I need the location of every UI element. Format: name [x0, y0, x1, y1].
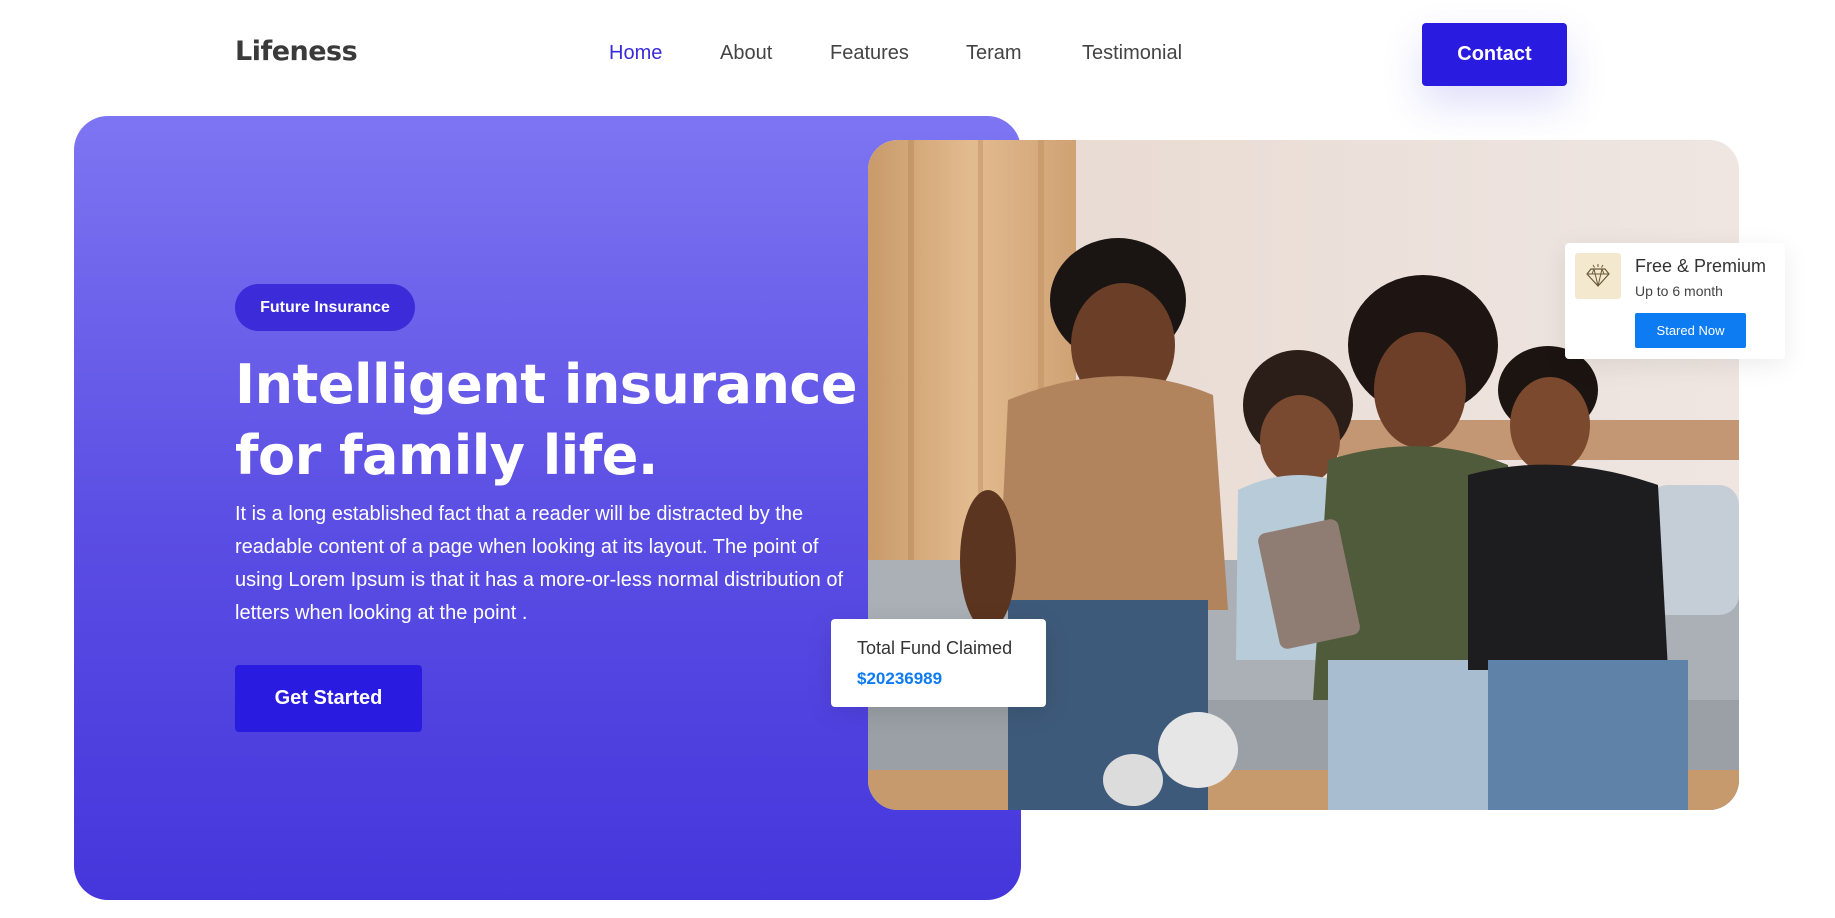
nav-item-about[interactable]: About	[720, 42, 772, 65]
family-photo	[868, 140, 1739, 810]
fund-claimed-card: Total Fund Claimed $20236989	[831, 619, 1046, 707]
diamond-icon	[1575, 253, 1621, 299]
nav-item-team[interactable]: Teram	[966, 42, 1022, 65]
nav-item-home[interactable]: Home	[609, 42, 662, 65]
premium-subtitle: Up to 6 month	[1635, 283, 1723, 299]
nav-item-testimonial[interactable]: Testimonial	[1082, 42, 1182, 65]
hero-badge: Future Insurance	[235, 284, 415, 331]
hero-headline: Intelligent insurance for family life.	[235, 349, 875, 491]
start-now-button[interactable]: Stared Now	[1635, 313, 1746, 348]
hero-description: It is a long established fact that a rea…	[235, 503, 844, 624]
hero-headline-line-1: Intelligent insurance	[235, 353, 858, 416]
premium-title: Free & Premium	[1635, 256, 1767, 276]
fund-claimed-label: Total Fund Claimed	[857, 638, 1013, 658]
fund-claimed-value: $20236989	[857, 669, 943, 688]
hero-headline-line-2: for family life.	[235, 424, 658, 487]
nav-item-features[interactable]: Features	[830, 42, 909, 65]
get-started-button[interactable]: Get Started	[235, 665, 422, 732]
contact-button[interactable]: Contact	[1422, 23, 1567, 86]
premium-card: Free & Premium Up to 6 month Stared Now	[1565, 243, 1785, 359]
